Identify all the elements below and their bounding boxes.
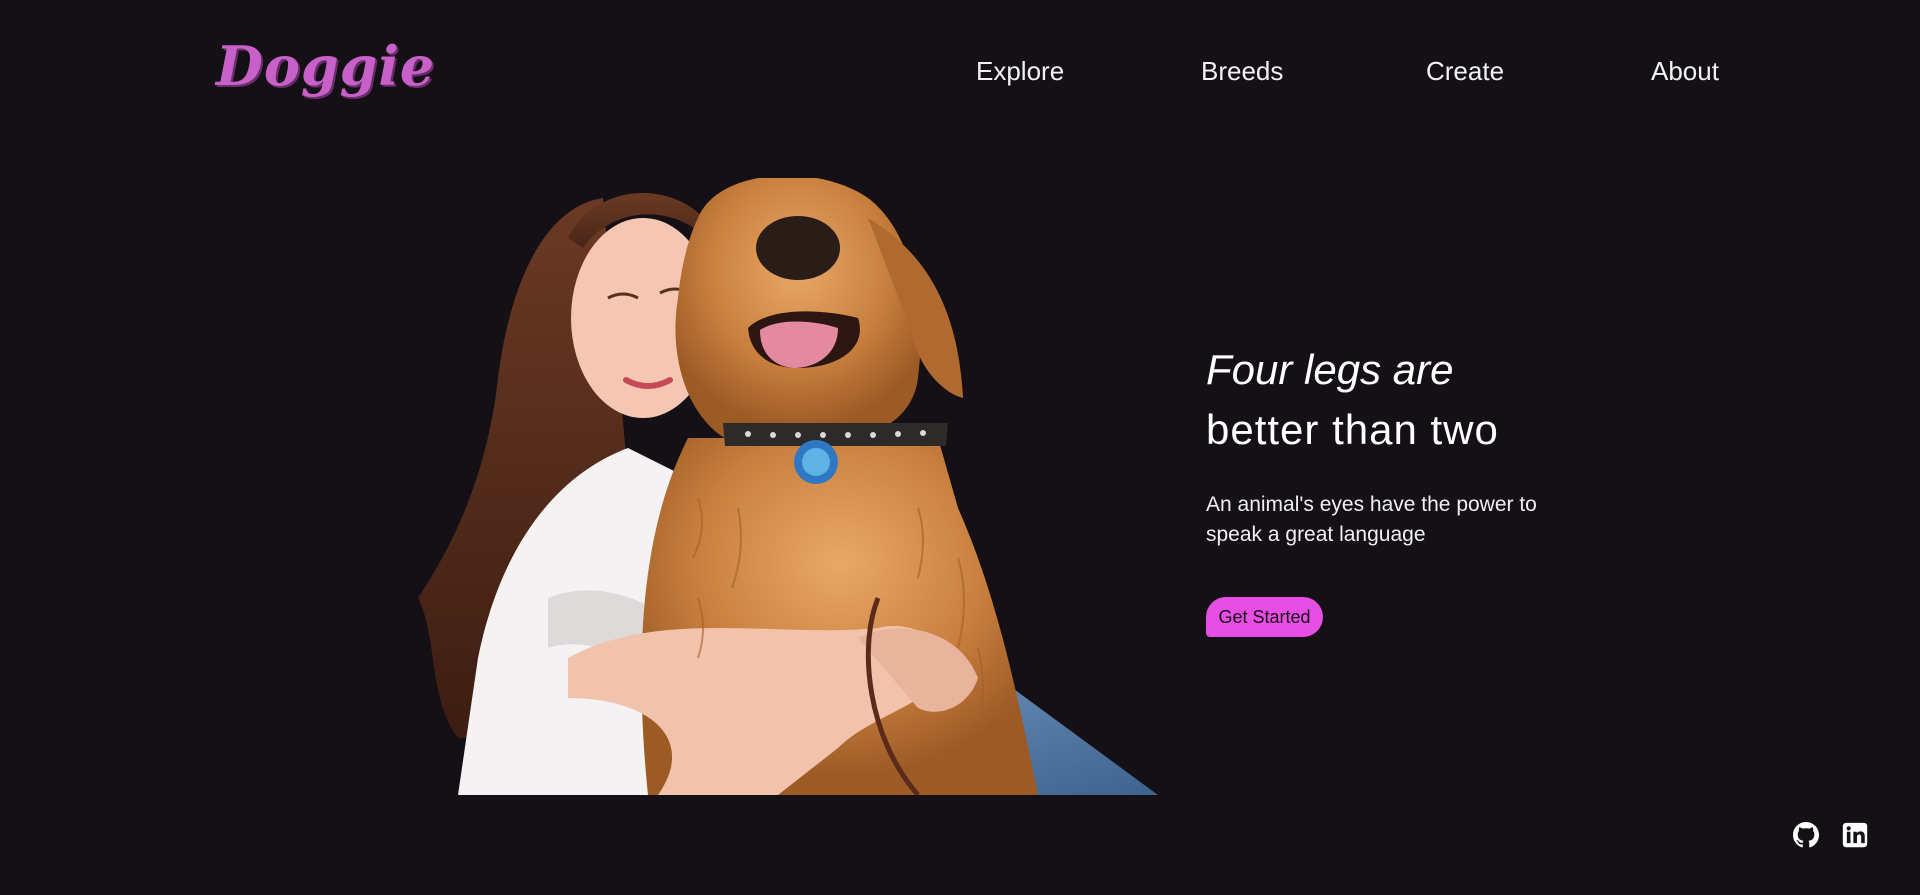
hero-headline-line2: better than two bbox=[1206, 406, 1499, 453]
nav-item-create[interactable]: Create bbox=[1426, 56, 1504, 87]
hero-headline: Four legs are better than two bbox=[1206, 340, 1499, 460]
get-started-button[interactable]: Get Started bbox=[1206, 597, 1323, 637]
hero-subtitle: An animal's eyes have the power to speak… bbox=[1206, 493, 1537, 546]
nav-item-explore[interactable]: Explore bbox=[976, 56, 1064, 87]
nav-item-about[interactable]: About bbox=[1651, 56, 1719, 87]
hero-image bbox=[398, 178, 1158, 795]
nav-item-breeds[interactable]: Breeds bbox=[1201, 56, 1283, 87]
linkedin-icon[interactable] bbox=[1842, 822, 1868, 848]
brand-logo[interactable]: Doggie bbox=[216, 34, 435, 98]
github-icon[interactable] bbox=[1793, 822, 1819, 848]
hero-headline-line1: Four legs are bbox=[1206, 346, 1454, 393]
